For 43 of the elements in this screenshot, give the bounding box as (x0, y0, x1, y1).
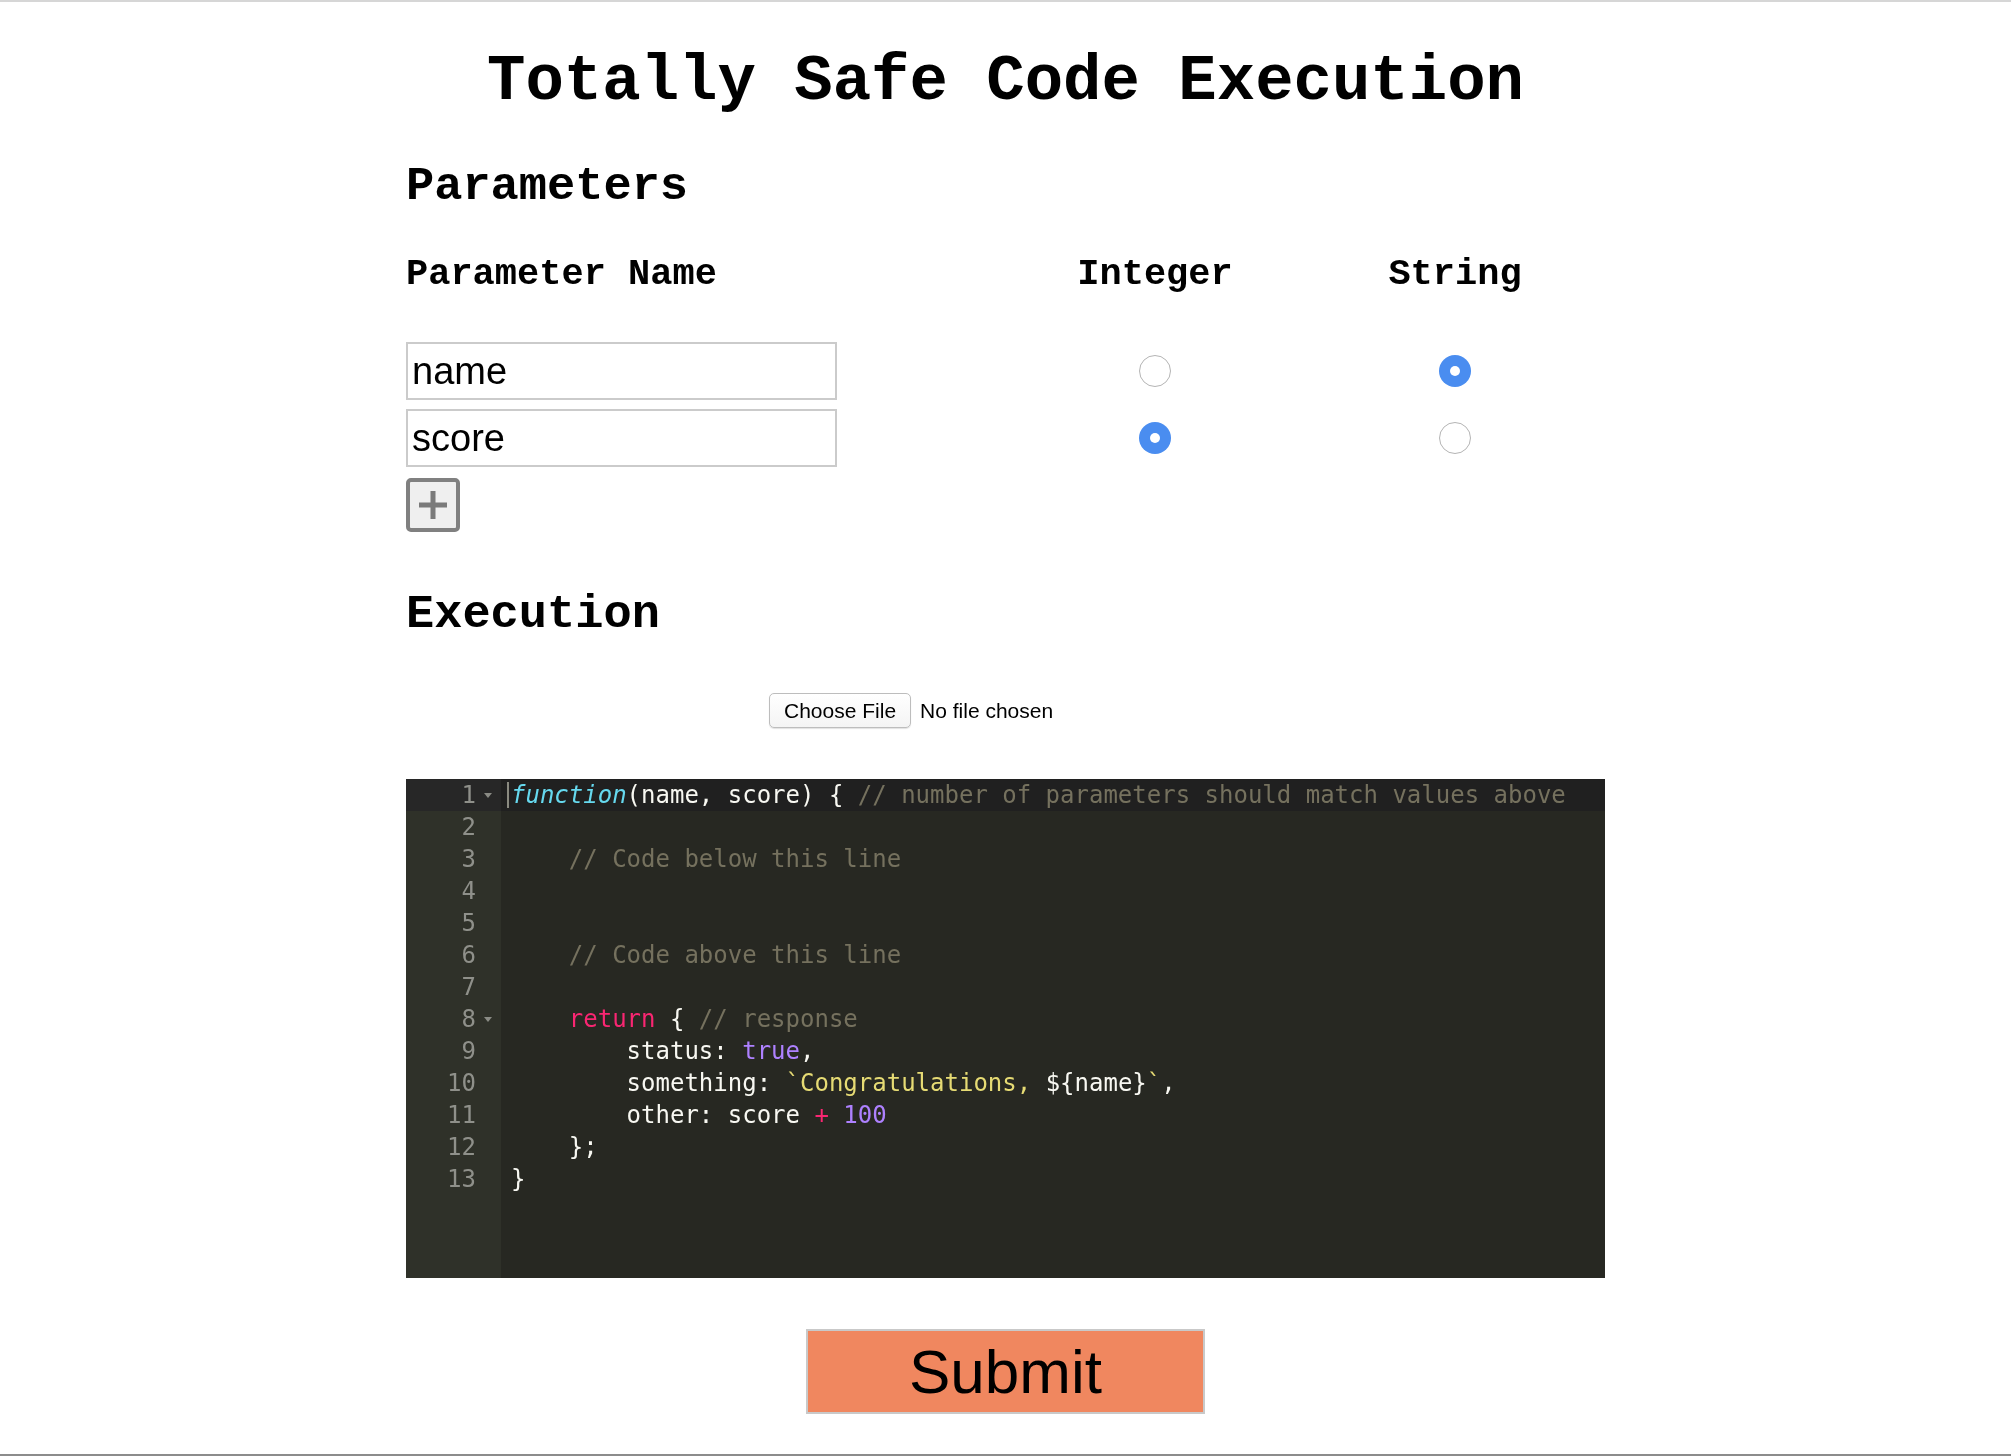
line-number: 3 (461, 845, 476, 873)
code-line: function(name, score) { // number of parameters should match values above (511, 781, 1566, 809)
radio-button[interactable] (1139, 355, 1171, 387)
line-number: 8 (461, 1005, 476, 1033)
line-number: 2 (461, 813, 476, 841)
column-header: Integer (1077, 252, 1233, 296)
code-line: // Code above this line (568, 941, 902, 969)
code-editor[interactable] (406, 779, 1605, 1278)
radio-button[interactable] (1139, 422, 1171, 454)
code-line: return { // response (568, 1005, 858, 1033)
plus-icon (418, 490, 448, 520)
line-number: 4 (461, 877, 476, 905)
section-heading: Execution (406, 587, 660, 643)
line-number: 10 (447, 1069, 476, 1097)
code-line: } (511, 1165, 526, 1193)
caret-icon[interactable] (484, 1017, 492, 1022)
code-line: other: score + 100 (626, 1101, 887, 1129)
page-title: Totally Safe Code Execution (486, 45, 1525, 120)
caret-icon[interactable] (484, 793, 492, 798)
radio-button[interactable] (1439, 422, 1471, 454)
radio-button[interactable] (1439, 355, 1471, 387)
line-number: 11 (447, 1101, 476, 1129)
line-number: 9 (461, 1037, 476, 1065)
add-button[interactable] (406, 478, 460, 532)
code-line: status: true, (626, 1037, 815, 1065)
column-header: Parameter Name (406, 252, 717, 296)
line-number: 5 (461, 909, 476, 937)
section-heading: Parameters (406, 159, 689, 215)
submit-button[interactable]: Submit (806, 1329, 1205, 1414)
code-line: // Code below this line (568, 845, 902, 873)
choose-file-button[interactable]: Choose File (769, 693, 912, 728)
text-cursor (507, 782, 509, 808)
code-line: }; (568, 1133, 598, 1161)
line-number: 7 (461, 973, 476, 1001)
line-number: 13 (447, 1165, 476, 1193)
line-number: 6 (461, 941, 476, 969)
column-header: String (1388, 252, 1522, 296)
line-number: 1 (461, 781, 476, 809)
text-field[interactable]: name (406, 342, 837, 400)
file-status-text: No file chosen (920, 698, 1054, 723)
text-field[interactable]: score (406, 409, 837, 467)
code-line: something: `Congratulations, ${name}`, (626, 1069, 1176, 1097)
line-number: 12 (447, 1133, 476, 1161)
